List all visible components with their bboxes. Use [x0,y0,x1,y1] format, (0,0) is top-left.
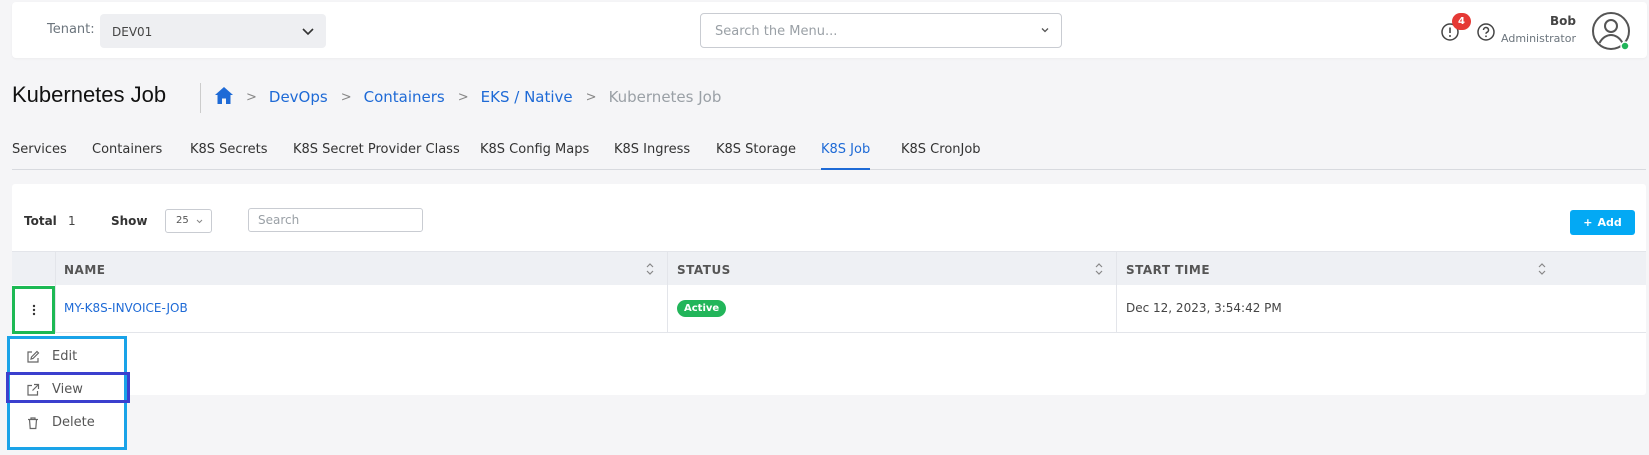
breadcrumb-current: Kubernetes Job [608,88,722,106]
breadcrumb-separator: > [457,89,469,105]
total-value: 1 [68,214,76,228]
chevron-down-icon [1041,28,1049,33]
job-name-link[interactable]: MY-K8S-INVOICE-JOB [64,301,188,315]
tab-bar: Services Containers K8S Secrets K8S Secr… [12,142,1646,170]
column-header-status[interactable]: STATUS [677,263,731,277]
trash-icon [28,417,38,430]
breadcrumb-separator: > [246,89,257,105]
breadcrumb: > DevOps > Containers > EKS / Native > K… [246,88,721,106]
tab-containers[interactable]: Containers [92,142,162,170]
sort-icon[interactable] [1537,261,1547,277]
breadcrumb-separator: > [340,89,352,105]
breadcrumb-devops[interactable]: DevOps [269,88,328,106]
tab-k8s-ingress[interactable]: K8S Ingress [614,142,690,170]
column-header-start-time[interactable]: START TIME [1126,263,1210,277]
sort-icon[interactable] [1094,261,1104,277]
menu-item-label: Delete [52,415,95,430]
tab-k8s-secret-provider-class[interactable]: K8S Secret Provider Class [293,142,460,170]
page-size-value: 25 [176,215,189,226]
tenant-value: DEV01 [112,25,153,39]
tab-k8s-secrets[interactable]: K8S Secrets [190,142,268,170]
menu-search-placeholder: Search the Menu... [715,24,838,39]
menu-item-label: Edit [52,349,78,364]
breadcrumb-eks-native[interactable]: EKS / Native [481,88,573,106]
user-role: Administrator [1501,32,1576,45]
table-row[interactable]: MY-K8S-INVOICE-JOB Active Dec 12, 2023, … [12,285,1646,333]
notification-badge: 4 [1452,13,1471,30]
search-input[interactable]: Search [248,208,423,232]
user-name: Bob [1550,14,1576,28]
tab-services[interactable]: Services [12,142,67,170]
jobs-card: Total 1 Show 25 Search + Add NAME STATUS… [12,184,1646,395]
start-time: Dec 12, 2023, 3:54:42 PM [1126,301,1282,315]
help-icon[interactable] [1475,21,1497,43]
tab-k8s-storage[interactable]: K8S Storage [716,142,796,170]
page-size-select[interactable]: 25 [165,209,212,233]
chevron-down-icon [302,28,314,36]
add-button-label: Add [1597,216,1622,229]
tenant-label: Tenant: [47,22,95,37]
title-divider [200,83,201,113]
tab-k8s-config-maps[interactable]: K8S Config Maps [480,142,589,170]
avatar[interactable] [1590,10,1632,52]
sort-icon[interactable] [645,261,655,277]
status-badge: Active [677,300,727,317]
show-label: Show [111,214,148,228]
top-bar: Tenant: DEV01 Search the Menu... 4 Bob A… [12,2,1647,58]
chevron-down-icon [196,219,203,224]
view-item-highlight [6,372,130,403]
menu-item-delete[interactable]: Delete [10,409,124,437]
table-header: NAME STATUS START TIME [12,251,1646,285]
tab-k8s-job[interactable]: K8S Job [821,142,871,170]
plus-icon: + [1583,216,1593,229]
kebab-icon [32,304,35,316]
menu-search-input[interactable]: Search the Menu... [700,13,1062,48]
breadcrumb-containers[interactable]: Containers [364,88,445,106]
total-label: Total [24,214,57,228]
breadcrumb-separator: > [585,89,597,105]
page-title: Kubernetes Job [12,82,167,107]
search-placeholder: Search [258,213,300,227]
menu-item-edit[interactable]: Edit [10,343,124,371]
column-header-name[interactable]: NAME [64,263,105,277]
tab-k8s-cronjob[interactable]: K8S CronJob [901,142,981,170]
row-actions-button[interactable] [12,286,55,334]
add-button[interactable]: + Add [1570,210,1635,235]
tenant-select[interactable]: DEV01 [100,14,326,48]
home-icon[interactable] [214,86,234,105]
edit-icon [27,350,40,363]
